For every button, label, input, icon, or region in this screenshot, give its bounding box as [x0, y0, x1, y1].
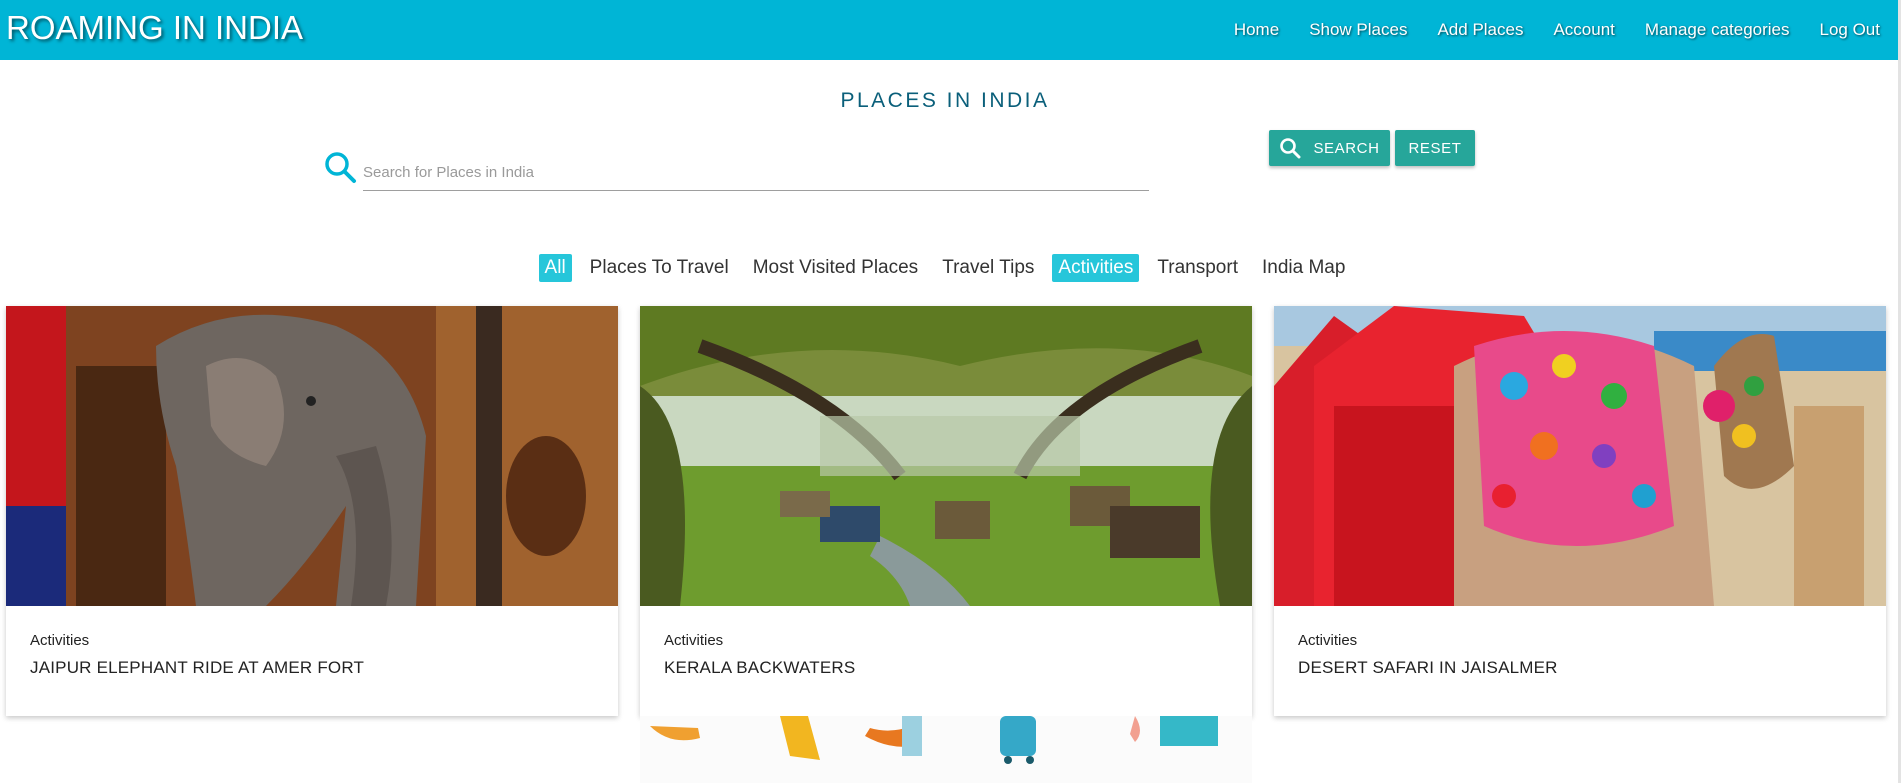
tab-all[interactable]: All: [538, 254, 572, 282]
tab-transport[interactable]: Transport: [1151, 254, 1244, 282]
nav-links: Home Show Places Add Places Account Mana…: [1234, 0, 1898, 60]
card-category: Activities: [1298, 632, 1358, 649]
reset-button-label: RESET: [1408, 139, 1462, 157]
category-tabs: All Places To Travel Most Visited Places…: [0, 254, 1890, 282]
place-card[interactable]: Activities KERALA BACKWATERS: [640, 306, 1252, 716]
search-button[interactable]: SEARCH: [1269, 130, 1390, 166]
card-title[interactable]: DESERT SAFARI IN JAISALMER: [1298, 658, 1558, 678]
card-title[interactable]: KERALA BACKWATERS: [664, 658, 855, 678]
nav-home[interactable]: Home: [1234, 20, 1279, 40]
nav-manage-categories[interactable]: Manage categories: [1645, 20, 1790, 40]
tab-most-visited-places[interactable]: Most Visited Places: [747, 254, 924, 282]
card-category: Activities: [30, 632, 90, 649]
page-title: PLACES IN INDIA: [840, 89, 1050, 112]
tab-places-to-travel[interactable]: Places To Travel: [584, 254, 735, 282]
search-button-label: SEARCH: [1313, 139, 1380, 157]
top-navbar: ROAMING IN INDIA Home Show Places Add Pl…: [0, 0, 1898, 60]
nav-account[interactable]: Account: [1553, 20, 1614, 40]
travelers-illustration: [640, 716, 1252, 783]
backwaters-photo[interactable]: [640, 306, 1252, 606]
brand-logo[interactable]: ROAMING IN INDIA: [6, 9, 303, 47]
reset-button[interactable]: RESET: [1395, 130, 1475, 166]
card-title[interactable]: JAIPUR ELEPHANT RIDE AT AMER FORT: [30, 658, 364, 678]
place-card[interactable]: Activities DESERT SAFARI IN JAISALMER: [1274, 306, 1886, 716]
search-icon: [325, 152, 356, 183]
nav-log-out[interactable]: Log Out: [1820, 20, 1881, 40]
nav-add-places[interactable]: Add Places: [1437, 20, 1523, 40]
card-category: Activities: [664, 632, 724, 649]
camel-photo[interactable]: [1274, 306, 1886, 606]
nav-show-places[interactable]: Show Places: [1309, 20, 1407, 40]
tab-activities[interactable]: Activities: [1052, 254, 1140, 282]
place-card[interactable]: Activities JAIPUR ELEPHANT RIDE AT AMER …: [6, 306, 618, 716]
search-icon: [1280, 138, 1301, 159]
search-input[interactable]: [363, 154, 1149, 191]
elephant-photo[interactable]: [6, 306, 618, 606]
tab-india-map[interactable]: India Map: [1256, 254, 1351, 282]
tab-travel-tips[interactable]: Travel Tips: [936, 254, 1040, 282]
